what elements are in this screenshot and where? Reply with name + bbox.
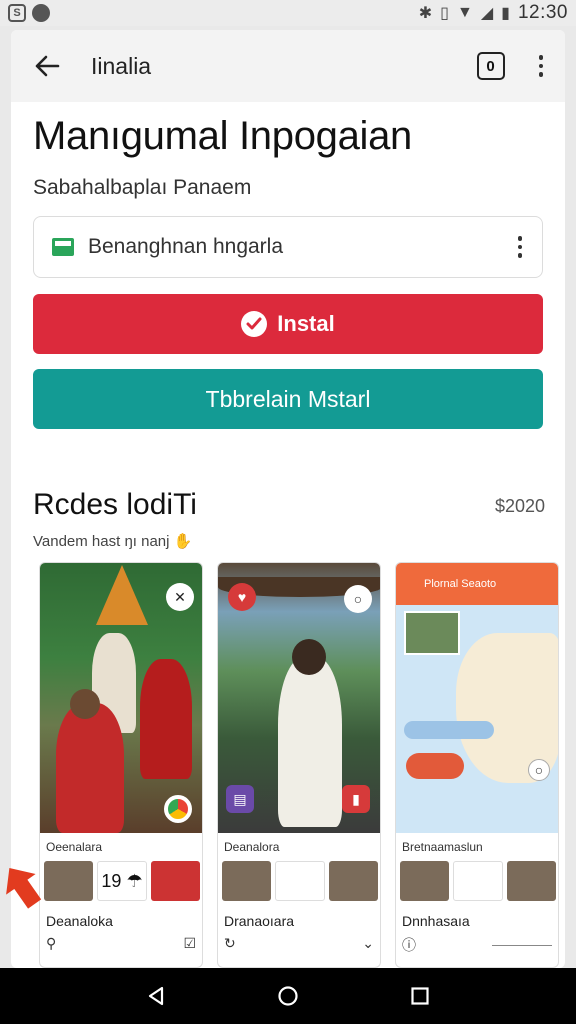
arrow-left-icon	[35, 55, 60, 77]
card-actions: ⚲ ☑	[46, 935, 196, 952]
person-shape	[140, 659, 192, 779]
source-label: Benanghnan hngarla	[88, 235, 284, 258]
screenshot-card[interactable]: Plornal Seaoto ○ Bretnaamaslun Dnnhasaıa…	[395, 562, 559, 968]
nav-recents-icon[interactable]	[409, 985, 431, 1007]
thumbnail	[274, 861, 326, 901]
download-icon[interactable]: ⚲	[46, 935, 56, 952]
chevron-down-icon[interactable]: ⌄	[362, 935, 374, 952]
screenshot-card[interactable]: ♥ ○ ▤ ▮ Deanalora Dranaoıara ↻ ⌄	[217, 562, 381, 968]
signal-icon: ◢	[480, 5, 494, 22]
tabs-button[interactable]: 0	[476, 52, 505, 80]
location-icon[interactable]: ○	[528, 759, 550, 781]
record-icon[interactable]: ○	[344, 585, 372, 613]
screenshot-card[interactable]: ✕ Oeenalara 19 ☂ Deanaloka ⚲ ☑	[39, 562, 203, 968]
red-arrow-icon	[6, 867, 42, 909]
thumbnail	[452, 861, 504, 901]
install-label: Instal	[277, 311, 335, 336]
checkbox-icon[interactable]: ☑	[183, 935, 196, 952]
thumbnail	[44, 861, 93, 901]
toolbar: Iinalia 0	[11, 30, 565, 102]
thumb-row	[400, 861, 557, 901]
wifi-icon: ▼	[456, 4, 473, 21]
bluetooth-icon: ✱	[418, 5, 433, 22]
toolbar-title: Iinalia	[91, 52, 152, 79]
screenshot-image: ♥ ○ ▤ ▮	[218, 563, 380, 833]
card-actions: ⓘ	[402, 935, 552, 955]
nav-home-icon[interactable]	[277, 985, 299, 1007]
overflow-menu-button[interactable]	[533, 51, 550, 81]
notification-circle-icon	[32, 4, 50, 22]
thumbnail	[507, 861, 557, 901]
person-shape	[278, 657, 342, 827]
section-title: Rcdes lodiTi	[33, 488, 197, 521]
app-name: Deanaloka	[46, 913, 113, 929]
map-photo	[404, 611, 460, 655]
chrome-icon	[164, 795, 192, 823]
screenshot-caption: Oeenalara	[46, 840, 103, 854]
page-title: Manıgumal Inpogaian	[33, 114, 413, 158]
hat-shape	[96, 565, 148, 625]
map-search-bar[interactable]	[404, 721, 494, 739]
map-header: Plornal Seaoto	[396, 563, 558, 605]
card-actions: ↻ ⌄	[224, 935, 374, 952]
person-shape	[56, 703, 124, 833]
map-action-button[interactable]	[406, 753, 464, 779]
app-name: Dranaoıara	[224, 913, 295, 929]
screenshot-image: ✕	[40, 563, 202, 833]
screenshot-carousel[interactable]: ✕ Oeenalara 19 ☂ Deanaloka ⚲ ☑ ♥ ○ ▤ ▮ D…	[39, 562, 559, 968]
check-circle-icon	[241, 311, 268, 337]
thumbnail	[222, 861, 271, 901]
sync-icon[interactable]: ↻	[224, 935, 236, 952]
divider-icon	[492, 944, 552, 946]
thumb-row	[222, 861, 379, 901]
thumbnail	[329, 861, 379, 901]
clock: 12:30	[517, 2, 568, 23]
app-window: Iinalia 0 Manıgumal Inpogaian Sabahalbap…	[11, 30, 565, 968]
screenshot-caption: Deanalora	[224, 840, 280, 854]
tabs-icon: 0	[486, 57, 495, 75]
thumb-row: 19 ☂	[44, 861, 201, 901]
app-name: Dnnhasaıa	[402, 913, 470, 929]
hand-emoji-icon: ✋	[173, 533, 193, 550]
close-icon[interactable]: ✕	[166, 583, 194, 611]
section-subtitle: Vandem hast ŋı nanj ✋	[33, 533, 193, 550]
vibrate-icon: ▯	[440, 5, 449, 22]
gallery-icon: ▤	[226, 785, 254, 813]
developer-name: Sabahalbaplaı Panaem	[33, 176, 252, 199]
notification-app-icon: S	[8, 4, 26, 22]
head-shape	[292, 639, 326, 675]
thumbnail: 19 ☂	[96, 861, 148, 901]
screenshot-image: Plornal Seaoto ○	[396, 563, 558, 833]
source-menu-button[interactable]	[512, 232, 529, 262]
battery-icon: ▮	[501, 5, 510, 22]
store-badge-icon	[52, 238, 74, 256]
back-button[interactable]	[29, 48, 65, 84]
secondary-label: Tbbrelain Mstarl	[205, 385, 371, 412]
thumbnail	[151, 861, 201, 901]
heart-icon[interactable]: ♥	[228, 583, 256, 611]
nav-back-icon[interactable]	[145, 985, 167, 1007]
bookmark-icon: ▮	[342, 785, 370, 813]
section-price: $2020	[494, 496, 545, 516]
source-row[interactable]: Benanghnan hngarla	[33, 216, 543, 278]
navigation-bar	[0, 968, 576, 1024]
info-icon[interactable]: ⓘ	[402, 935, 416, 955]
thumbnail	[400, 861, 449, 901]
screenshot-caption: Bretnaamaslun	[402, 840, 483, 854]
head-shape	[70, 689, 100, 719]
status-bar: S ✱ ▯ ▼ ◢ ▮ 12:30	[0, 0, 576, 26]
install-button[interactable]: Instal	[33, 294, 543, 354]
secondary-button[interactable]: Tbbrelain Mstarl	[33, 369, 543, 429]
